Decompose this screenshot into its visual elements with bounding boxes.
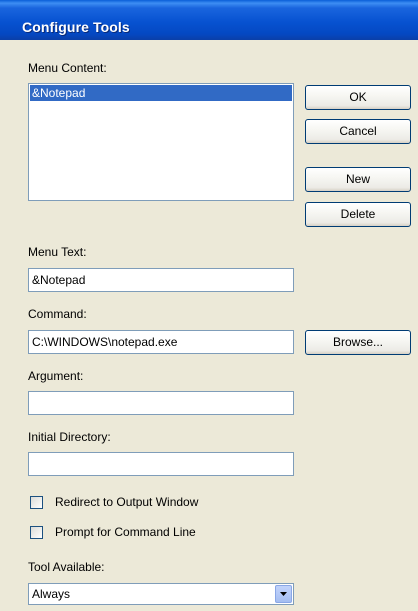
prompt-command-line-checkbox[interactable] xyxy=(30,525,43,539)
list-item-notepad[interactable]: &Notepad xyxy=(30,85,292,101)
menu-content-listbox[interactable]: &Notepad xyxy=(28,83,294,201)
initial-directory-input[interactable] xyxy=(28,452,294,476)
prompt-command-line-label: Prompt for Command Line xyxy=(55,525,196,539)
ok-button[interactable]: OK xyxy=(305,85,411,110)
menu-content-label: Menu Content: xyxy=(28,61,107,75)
redirect-output-checkbox-row[interactable]: Redirect to Output Window xyxy=(30,494,198,510)
redirect-output-label: Redirect to Output Window xyxy=(55,495,199,509)
argument-label: Argument: xyxy=(28,369,84,383)
command-label: Command: xyxy=(28,307,87,321)
new-button[interactable]: New xyxy=(305,167,411,192)
tool-available-value: Always xyxy=(32,587,71,601)
title-bar[interactable]: Configure Tools xyxy=(0,0,418,40)
tool-available-select[interactable]: Always xyxy=(28,583,294,605)
chevron-down-icon xyxy=(280,592,287,596)
command-input[interactable]: C:\WINDOWS\notepad.exe xyxy=(28,330,294,354)
tool-available-label: Tool Available: xyxy=(28,560,105,574)
menu-text-input[interactable]: &Notepad xyxy=(28,268,294,292)
redirect-output-checkbox[interactable] xyxy=(30,495,43,509)
argument-input[interactable] xyxy=(28,391,294,415)
initial-directory-label: Initial Directory: xyxy=(28,430,111,444)
delete-button[interactable]: Delete xyxy=(305,202,411,227)
prompt-command-line-checkbox-row[interactable]: Prompt for Command Line xyxy=(30,524,196,540)
window-title: Configure Tools xyxy=(22,19,130,35)
menu-text-label: Menu Text: xyxy=(28,245,87,259)
browse-button[interactable]: Browse... xyxy=(305,330,411,355)
dropdown-arrow-button[interactable] xyxy=(275,585,292,603)
configure-tools-dialog: Configure Tools Menu Content: &Notepad O… xyxy=(0,0,418,611)
cancel-button[interactable]: Cancel xyxy=(305,119,411,144)
